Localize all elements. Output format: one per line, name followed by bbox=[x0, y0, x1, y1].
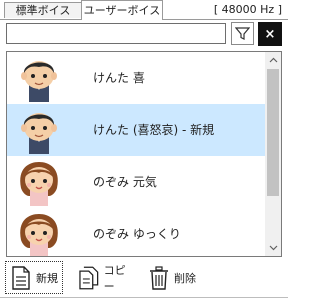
close-button[interactable]: × bbox=[258, 22, 282, 46]
copy-icon bbox=[79, 266, 99, 289]
trash-icon bbox=[150, 265, 168, 290]
chevron-down-icon bbox=[269, 245, 277, 251]
delete-button-label: 削除 bbox=[174, 271, 196, 285]
tab-user-voice[interactable]: ユーザーボイス bbox=[81, 0, 163, 20]
voice-item-nozomi-genki[interactable]: のぞみ 元気 bbox=[7, 156, 266, 208]
tab-bar: 標準ボイス ユーザーボイス [ 48000 Hz ] bbox=[0, 0, 288, 20]
female-avatar-icon bbox=[20, 214, 58, 256]
voice-label: けんた 喜 bbox=[93, 71, 145, 85]
voice-item-kenta-kidoai[interactable]: けんた (喜怒哀) - 新規 bbox=[7, 104, 266, 156]
voice-item-kenta-ki[interactable]: けんた 喜 bbox=[7, 52, 266, 104]
action-bar: 新規 コピー 削除 bbox=[0, 259, 288, 298]
voice-item-nozomi-yukkuri[interactable]: のぞみ ゆっくり bbox=[7, 208, 266, 256]
voice-label: のぞみ 元気 bbox=[93, 175, 157, 189]
copy-button-label: コピー bbox=[103, 263, 126, 293]
close-icon: × bbox=[264, 26, 276, 42]
scroll-down-button[interactable] bbox=[265, 240, 281, 256]
scroll-up-button[interactable] bbox=[265, 52, 281, 68]
scrollbar-thumb[interactable] bbox=[267, 69, 279, 196]
new-button-label: 新規 bbox=[36, 271, 58, 285]
voice-label: のぞみ ゆっくり bbox=[93, 227, 181, 241]
male-avatar-icon bbox=[21, 61, 57, 102]
sample-rate-label: [ 48000 Hz ] bbox=[213, 3, 282, 16]
male-avatar-icon bbox=[21, 113, 57, 154]
new-document-icon bbox=[12, 265, 30, 290]
filter-button[interactable] bbox=[231, 22, 254, 45]
female-avatar-icon bbox=[20, 162, 58, 206]
list-scrollbar[interactable] bbox=[265, 52, 281, 256]
delete-button[interactable]: 削除 bbox=[146, 261, 204, 294]
copy-button[interactable]: コピー bbox=[76, 261, 136, 294]
chevron-up-icon bbox=[269, 57, 277, 63]
new-button[interactable]: 新規 bbox=[5, 261, 63, 294]
search-input[interactable] bbox=[6, 23, 226, 44]
voice-label: けんた (喜怒哀) - 新規 bbox=[93, 123, 215, 137]
tab-standard-voice[interactable]: 標準ボイス bbox=[4, 2, 82, 18]
voice-list: けんた 喜 けんた (喜怒哀) - 新規 のぞみ 元気 のぞみ ゆっくり bbox=[6, 51, 282, 257]
filter-icon bbox=[235, 27, 250, 40]
